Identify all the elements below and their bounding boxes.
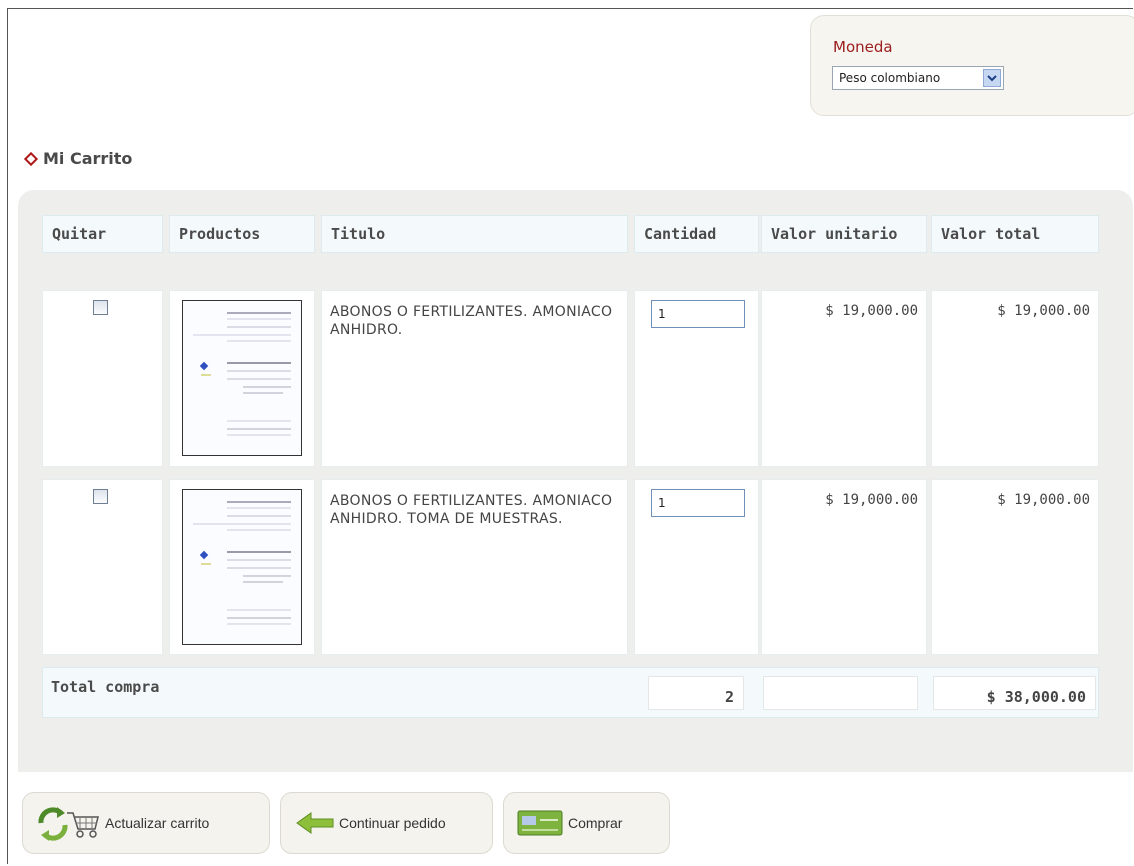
unit-price: $ 19,000.00	[825, 492, 918, 508]
table-row	[42, 479, 163, 655]
credit-card-icon	[516, 808, 564, 838]
total-price: $ 19,000.00	[997, 492, 1090, 508]
chevron-down-icon[interactable]	[983, 69, 1001, 87]
page-title-text: Mi Carrito	[43, 149, 133, 168]
product-title: ABONOS O FERTILIZANTES. AMONIACO ANHIDRO…	[330, 304, 613, 338]
header-quantity: Cantidad	[634, 215, 759, 253]
total-price: $ 19,000.00	[997, 303, 1090, 319]
arrow-left-icon	[295, 811, 335, 835]
remove-checkbox[interactable]	[93, 489, 108, 504]
buy-label: Comprar	[568, 815, 623, 831]
cart-panel: Quitar Productos Titulo Cantidad Valor u…	[18, 190, 1133, 772]
unit-price-cell: $ 19,000.00	[761, 479, 927, 655]
table-row	[42, 290, 163, 467]
bullet-diamond-icon	[23, 151, 39, 166]
header-remove: Quitar	[42, 215, 163, 253]
product-thumbnail[interactable]	[182, 489, 302, 645]
product-title: ABONOS O FERTILIZANTES. AMONIACO ANHIDRO…	[330, 493, 613, 527]
total-price-cell: $ 19,000.00	[931, 290, 1099, 467]
quantity-cell: 1	[634, 479, 759, 655]
currency-selected-value: Peso colombiano	[839, 71, 941, 85]
header-total-price: Valor total	[931, 215, 1099, 253]
currency-label: Moneda	[833, 38, 893, 56]
total-price-cell: $ 19,000.00	[931, 479, 1099, 655]
unit-price: $ 19,000.00	[825, 303, 918, 319]
currency-panel: Moneda Peso colombiano	[810, 15, 1134, 116]
header-unit-price: Valor unitario	[761, 215, 927, 253]
product-thumb-cell	[169, 290, 315, 467]
update-cart-button[interactable]: Actualizar carrito	[22, 792, 270, 854]
header-title: Titulo	[321, 215, 628, 253]
quantity-cell: 1	[634, 290, 759, 467]
continue-order-button[interactable]: Continuar pedido	[280, 792, 493, 854]
totals-unit-price	[763, 676, 918, 710]
cart-refresh-icon	[35, 803, 101, 843]
remove-checkbox[interactable]	[93, 300, 108, 315]
continue-order-label: Continuar pedido	[339, 815, 446, 831]
page-title: Mi Carrito	[23, 149, 133, 168]
quantity-input[interactable]: 1	[651, 300, 745, 328]
quantity-input[interactable]: 1	[651, 489, 745, 517]
buy-button[interactable]: Comprar	[503, 792, 670, 854]
totals-quantity: 2	[648, 676, 744, 710]
product-title-cell: ABONOS O FERTILIZANTES. AMONIACO ANHIDRO…	[321, 290, 628, 467]
update-cart-label: Actualizar carrito	[105, 815, 210, 831]
unit-price-cell: $ 19,000.00	[761, 290, 927, 467]
product-thumb-cell	[169, 479, 315, 655]
product-title-cell: ABONOS O FERTILIZANTES. AMONIACO ANHIDRO…	[321, 479, 628, 655]
header-products: Productos	[169, 215, 315, 253]
currency-select[interactable]: Peso colombiano	[832, 66, 1004, 90]
totals-amount: $ 38,000.00	[933, 676, 1096, 710]
product-thumbnail[interactable]	[182, 300, 302, 456]
